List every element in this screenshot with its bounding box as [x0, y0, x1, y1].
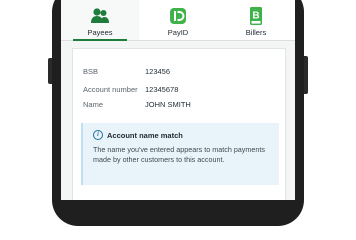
payee-details-card: BSB 123456 Account number 12345678 Name …	[72, 48, 286, 200]
bsb-label: BSB	[83, 67, 99, 76]
svg-text:B: B	[252, 11, 259, 22]
active-tab-indicator	[73, 39, 127, 41]
tab-billers[interactable]: B Billers	[217, 0, 295, 40]
phone-side-button	[48, 58, 52, 84]
bsb-row: BSB 123456	[83, 67, 170, 76]
notice-title: Account name match	[107, 131, 183, 140]
bsb-value: 123456	[145, 67, 171, 76]
account-number-value: 12345678	[145, 85, 179, 94]
tab-payees-label: Payees	[87, 28, 113, 37]
account-number-row: Account number 12345678	[83, 85, 178, 94]
name-value: JOHN SMITH	[145, 100, 191, 109]
bpay-icon: B	[250, 7, 262, 25]
account-name-match-notice: i Account name match The name you've ent…	[81, 123, 279, 185]
name-label: Name	[83, 100, 104, 109]
phone-side-button	[304, 56, 308, 94]
app-screen: Payees PayID B Billers BSB 123456 Accoun…	[61, 0, 295, 200]
name-row: Name JOHN SMITH	[83, 100, 191, 109]
payid-icon	[170, 8, 186, 24]
tab-bar: Payees PayID B Billers	[61, 0, 295, 41]
tab-payid-label: PayID	[167, 28, 189, 37]
account-number-label: Account number	[83, 85, 138, 94]
info-icon: i	[93, 130, 103, 140]
notice-body: The name you've entered appears to match…	[93, 145, 265, 164]
payees-icon	[91, 8, 109, 23]
tab-billers-label: Billers	[245, 28, 267, 37]
tab-payees[interactable]: Payees	[61, 0, 139, 41]
tab-payid[interactable]: PayID	[139, 0, 217, 40]
